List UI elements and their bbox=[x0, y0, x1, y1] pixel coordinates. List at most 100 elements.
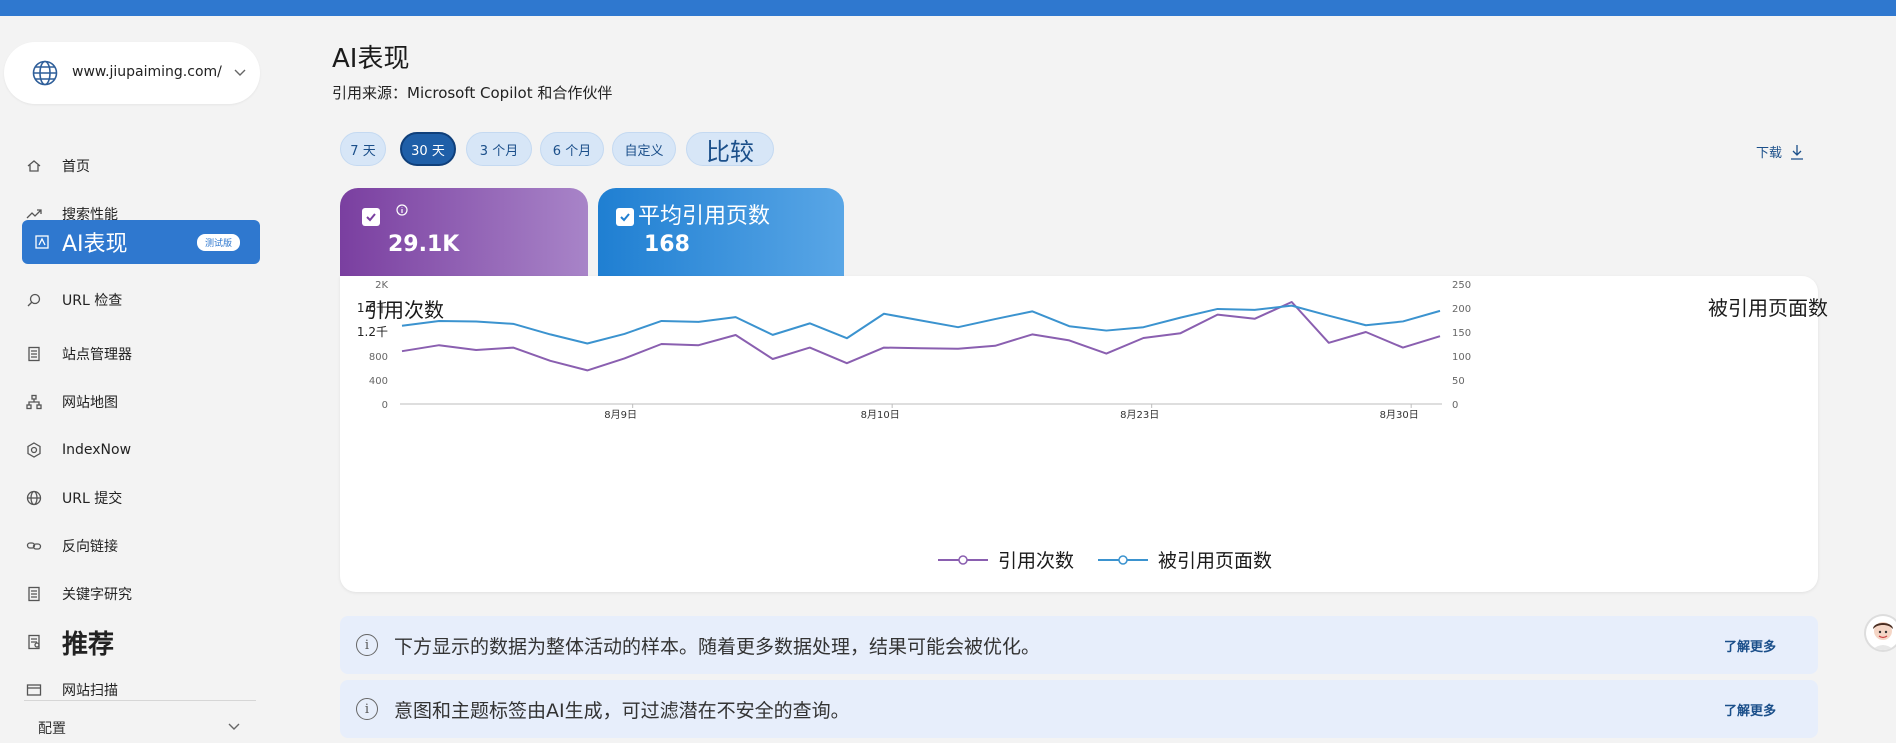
sidebar-item-ai-performance[interactable]: AI表现 测试版 bbox=[22, 220, 260, 264]
sidebar-item-label: AI表现 bbox=[62, 232, 128, 257]
sidebar-item-recommendations[interactable]: 推荐 bbox=[24, 622, 264, 662]
check-icon bbox=[620, 213, 630, 222]
range-compare[interactable]: 比较 bbox=[686, 132, 774, 166]
sidebar-item-label: 关键字研究 bbox=[62, 587, 132, 603]
x-tick-label: 8月23日 bbox=[1120, 409, 1159, 421]
y-tick-label-left: 1.2千 bbox=[357, 325, 388, 339]
globe-icon bbox=[24, 488, 44, 508]
y-tick-label-right: 150 bbox=[1452, 328, 1471, 339]
avatar-icon bbox=[1872, 622, 1894, 650]
sidebar-item-label: 反向链接 bbox=[62, 539, 118, 555]
notice-text: 意图和主题标签由AI生成，可过滤潜在不安全的查询。 bbox=[394, 699, 850, 722]
sidebar-divider bbox=[24, 700, 256, 701]
check-icon bbox=[366, 213, 376, 222]
citation-source: 引用来源：Microsoft Copilot 和合作伙伴 bbox=[332, 84, 613, 102]
y-tick-label-left: 800 bbox=[369, 352, 388, 363]
sidebar-item-url-inspection[interactable]: URL 检查 bbox=[24, 280, 264, 320]
gear-icon bbox=[24, 440, 44, 460]
citations-value: 29.1K bbox=[388, 232, 460, 257]
chart-legend: 引用次数 被引用页面数 bbox=[938, 546, 1272, 573]
legend-label: 被引用页面数 bbox=[1158, 550, 1273, 572]
notice-text: 下方显示的数据为整体活动的样本。随着更多数据处理，结果可能会被优化。 bbox=[394, 635, 1041, 658]
site-url: www.jiupaiming.com/ bbox=[72, 64, 222, 80]
sidebar-item-keyword-research[interactable]: 关键字研究 bbox=[24, 574, 264, 614]
search-icon bbox=[24, 290, 44, 310]
sidebar-item-sitemaps[interactable]: 网站地图 bbox=[24, 382, 264, 422]
sidebar-item-label: URL 提交 bbox=[62, 491, 123, 507]
y-tick-label-right: 200 bbox=[1452, 304, 1471, 315]
y-tick-label-right: 50 bbox=[1452, 376, 1465, 387]
y-tick-label-right: 0 bbox=[1452, 400, 1458, 411]
notice-sample-data: i 下方显示的数据为整体活动的样本。随着更多数据处理，结果可能会被优化。 了解更… bbox=[340, 616, 1818, 674]
range-30d[interactable]: 30 天 bbox=[400, 132, 456, 166]
y-tick-label-left: 2K bbox=[375, 280, 388, 291]
document-icon bbox=[24, 344, 44, 364]
sidebar-item-home[interactable]: 首页 bbox=[24, 146, 264, 186]
series-line-cited-pages bbox=[401, 304, 1441, 345]
x-tick-label: 8月9日 bbox=[604, 409, 637, 421]
sidebar-item-label: 网站地图 bbox=[62, 395, 118, 411]
range-7d[interactable]: 7 天 bbox=[340, 132, 386, 166]
home-icon bbox=[24, 156, 44, 176]
sidebar-item-label: IndexNow bbox=[62, 442, 132, 458]
legend-line-icon bbox=[1098, 554, 1149, 565]
legend-item-cited-pages[interactable]: 被引用页面数 bbox=[1098, 546, 1272, 573]
top-bar bbox=[0, 0, 1896, 16]
sidebar: www.jiupaiming.com/ 首页 搜索性能 AI表现 测试版 URL… bbox=[0, 16, 300, 743]
info-icon: i bbox=[356, 698, 378, 720]
range-custom[interactable]: 自定义 bbox=[612, 132, 676, 166]
page-title: AI表现 bbox=[332, 44, 410, 74]
info-icon[interactable] bbox=[396, 204, 408, 220]
legend-item-citations[interactable]: 引用次数 bbox=[938, 546, 1074, 573]
sidebar-item-label: 推荐 bbox=[62, 629, 115, 660]
y-tick-label-left: 0 bbox=[382, 400, 388, 411]
citations-checkbox[interactable] bbox=[362, 208, 380, 226]
y-tick-label-left: 1.6千 bbox=[357, 301, 388, 315]
range-6m[interactable]: 6 个月 bbox=[540, 132, 604, 166]
range-3m[interactable]: 3 个月 bbox=[466, 132, 532, 166]
y-tick-label-right: 100 bbox=[1452, 352, 1471, 363]
sidebar-item-backlinks[interactable]: 反向链接 bbox=[24, 526, 264, 566]
sitemap-icon bbox=[24, 392, 44, 412]
sidebar-item-site-explorer[interactable]: 站点管理器 bbox=[24, 334, 264, 374]
chart-panel: 引用次数 被引用页面数 0 400 800 1.2千 1.6千 2K 0 50 100 150 20… bbox=[340, 276, 1828, 592]
scan-icon bbox=[24, 680, 44, 700]
sidebar-item-indexnow[interactable]: IndexNow bbox=[24, 430, 264, 470]
link-icon bbox=[24, 536, 44, 556]
avg-pages-value: 168 bbox=[644, 232, 690, 257]
line-chart[interactable]: 0 400 800 1.2千 1.6千 2K 0 50 100 150 200 250 8月9日 8月10… bbox=[340, 276, 1818, 592]
chart-plot-group: 0 400 800 1.2千 1.6千 2K 0 50 100 150 200 250 8月9日 8月10… bbox=[357, 280, 1471, 421]
sidebar-item-label: 网站扫描 bbox=[62, 683, 118, 699]
learn-more-link[interactable]: 了解更多 bbox=[1724, 700, 1776, 719]
legend-label: 引用次数 bbox=[998, 550, 1075, 572]
document-icon bbox=[24, 632, 44, 652]
chevron-down-icon[interactable] bbox=[232, 64, 248, 80]
info-icon: i bbox=[356, 634, 378, 656]
config-section[interactable]: 配置 bbox=[38, 718, 66, 738]
download-icon bbox=[1791, 144, 1804, 160]
sidebar-item-label: 站点管理器 bbox=[62, 347, 132, 363]
download-label: 下载 bbox=[1756, 146, 1783, 161]
legend-line-icon bbox=[938, 554, 988, 565]
assistant-avatar[interactable] bbox=[1866, 616, 1896, 650]
x-tick-label: 8月30日 bbox=[1380, 409, 1419, 421]
y-tick-label-right: 250 bbox=[1452, 280, 1471, 291]
download-button[interactable]: 下载 bbox=[1756, 142, 1804, 161]
y-tick-label-left: 400 bbox=[369, 376, 388, 387]
ai-icon bbox=[32, 232, 52, 252]
avg-pages-title: 平均引用页数 bbox=[638, 204, 771, 229]
chevron-down-icon[interactable] bbox=[226, 718, 242, 734]
beta-badge: 测试版 bbox=[196, 233, 240, 251]
sidebar-item-site-scan[interactable]: 网站扫描 bbox=[24, 670, 264, 710]
globe-icon bbox=[32, 60, 58, 86]
site-selector[interactable]: www.jiupaiming.com/ bbox=[4, 42, 260, 104]
learn-more-link[interactable]: 了解更多 bbox=[1724, 636, 1776, 655]
sidebar-item-label: 首页 bbox=[62, 159, 90, 175]
metric-card-citations[interactable]: 29.1K bbox=[340, 188, 588, 278]
metric-card-avg-pages[interactable]: 平均引用页数 168 bbox=[598, 188, 844, 278]
sidebar-item-url-submission[interactable]: URL 提交 bbox=[24, 478, 264, 518]
avg-pages-checkbox[interactable] bbox=[616, 208, 634, 226]
x-tick-label: 8月10日 bbox=[861, 409, 900, 421]
sidebar-item-label: URL 检查 bbox=[62, 293, 123, 309]
document-icon bbox=[24, 584, 44, 604]
